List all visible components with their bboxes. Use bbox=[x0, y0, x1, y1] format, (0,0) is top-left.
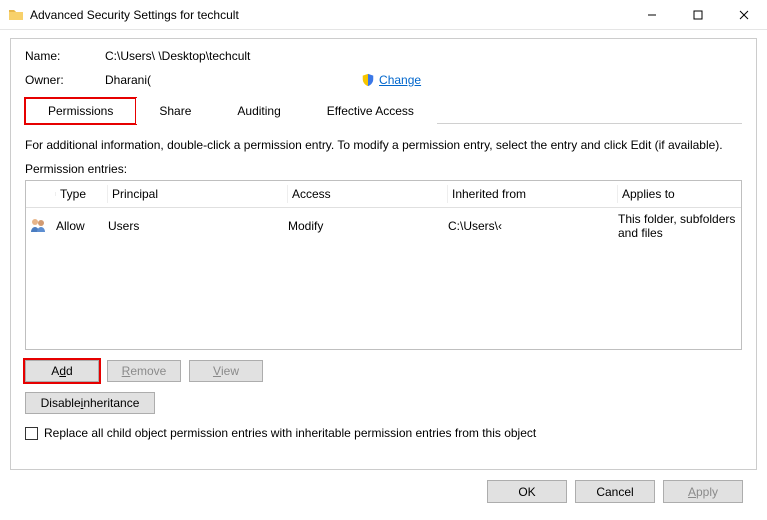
name-label: Name: bbox=[25, 49, 105, 63]
col-principal[interactable]: Principal bbox=[108, 185, 288, 203]
tab-permissions[interactable]: Permissions bbox=[25, 98, 136, 124]
titlebar: Advanced Security Settings for techcult bbox=[0, 0, 767, 30]
col-applies[interactable]: Applies to bbox=[618, 185, 737, 203]
col-access[interactable]: Access bbox=[288, 185, 448, 203]
tab-effective-access[interactable]: Effective Access bbox=[304, 98, 437, 124]
cell-principal: Users bbox=[108, 219, 288, 233]
disable-inheritance-button[interactable]: Disable inheritance bbox=[25, 392, 155, 414]
change-owner-link[interactable]: Change bbox=[361, 73, 421, 87]
users-icon bbox=[30, 217, 56, 236]
main-panel: Name: C:\Users\ \Desktop\techcult Owner:… bbox=[10, 38, 757, 470]
col-inherited[interactable]: Inherited from bbox=[448, 185, 618, 203]
change-label: Change bbox=[379, 73, 421, 87]
permissions-table: Type Principal Access Inherited from App… bbox=[25, 180, 742, 350]
window-title: Advanced Security Settings for techcult bbox=[30, 8, 629, 22]
minimize-button[interactable] bbox=[629, 0, 675, 30]
cell-inherited: C:\Users\‹ bbox=[448, 219, 618, 233]
folder-icon bbox=[8, 7, 24, 23]
tab-bar: Permissions Share Auditing Effective Acc… bbox=[25, 97, 742, 124]
col-icon[interactable] bbox=[30, 192, 56, 196]
tab-auditing[interactable]: Auditing bbox=[214, 98, 303, 124]
cell-applies: This folder, subfolders and files bbox=[618, 212, 737, 240]
cell-type: Allow bbox=[56, 219, 108, 233]
view-button: View bbox=[189, 360, 263, 382]
replace-children-label: Replace all child object permission entr… bbox=[44, 426, 536, 440]
cell-access: Modify bbox=[288, 219, 448, 233]
shield-icon bbox=[361, 73, 375, 87]
dialog-footer: OK Cancel Apply bbox=[10, 470, 757, 503]
close-button[interactable] bbox=[721, 0, 767, 30]
tab-share[interactable]: Share bbox=[136, 98, 214, 124]
cancel-button[interactable]: Cancel bbox=[575, 480, 655, 503]
col-type[interactable]: Type bbox=[56, 185, 108, 203]
ok-button[interactable]: OK bbox=[487, 480, 567, 503]
add-button[interactable]: Add bbox=[25, 360, 99, 382]
owner-value: Dharani( bbox=[105, 73, 151, 87]
owner-label: Owner: bbox=[25, 73, 105, 87]
instruction-text: For additional information, double-click… bbox=[25, 138, 742, 152]
table-row[interactable]: Allow Users Modify C:\Users\‹ This folde… bbox=[26, 208, 741, 244]
remove-button: Remove bbox=[107, 360, 181, 382]
maximize-button[interactable] bbox=[675, 0, 721, 30]
entries-label: Permission entries: bbox=[25, 162, 742, 176]
apply-button: Apply bbox=[663, 480, 743, 503]
name-value: C:\Users\ \Desktop\techcult bbox=[105, 49, 250, 63]
table-header: Type Principal Access Inherited from App… bbox=[26, 181, 741, 208]
replace-children-checkbox[interactable] bbox=[25, 427, 38, 440]
